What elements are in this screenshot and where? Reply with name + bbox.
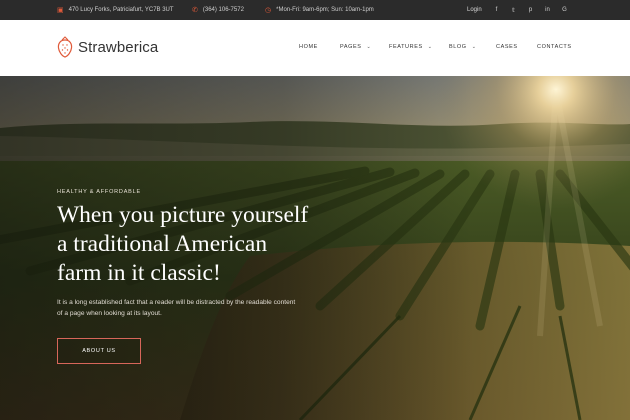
nav-blog[interactable]: BLOG ⌄ <box>449 44 476 50</box>
nav-pages[interactable]: PAGES ⌄ <box>340 44 371 50</box>
nav-label: FEATURES <box>389 44 423 50</box>
hours-text: *Mon-Fri: 9am-6pm; Sun: 10am-1pm <box>276 7 374 13</box>
hours-info: ◷ *Mon-Fri: 9am-6pm; Sun: 10am-1pm <box>265 0 374 20</box>
google-icon[interactable]: G <box>556 7 573 13</box>
social-links: f 𝕥 p in G <box>488 0 573 20</box>
chevron-down-icon: ⌄ <box>471 44 477 50</box>
nav-contacts[interactable]: CONTACTS <box>537 44 572 50</box>
phone-info[interactable]: ✆ (364) 106-7572 <box>192 0 244 20</box>
phone-icon: ✆ <box>192 6 198 14</box>
phone-text[interactable]: (364) 106-7572 <box>203 7 244 13</box>
hero-headline: When you picture yourself a traditional … <box>57 201 357 288</box>
hero-eyebrow: HEALTHY & AFFORDABLE <box>57 189 141 195</box>
facebook-icon[interactable]: f <box>488 7 505 13</box>
nav-cases[interactable]: CASES <box>496 44 518 50</box>
lead-line: of a page when looking at its layout. <box>57 310 162 317</box>
about-us-button[interactable]: ABOUT US <box>57 338 141 364</box>
nav-label: CASES <box>496 44 518 50</box>
headline-line: farm in it classic! <box>57 260 221 286</box>
nav-features[interactable]: FEATURES ⌄ <box>389 44 433 50</box>
hero-lead-text: It is a long established fact that a rea… <box>57 297 327 319</box>
site-logo[interactable]: Strawberica <box>57 36 158 58</box>
lead-line: It is a long established fact that a rea… <box>57 299 296 306</box>
headline-line: a traditional American <box>57 231 268 257</box>
linkedin-icon[interactable]: in <box>539 7 556 13</box>
brand-name: Strawberica <box>78 38 159 56</box>
site-header: Strawberica HOME PAGES ⌄ FEATURES ⌄ BLOG… <box>0 20 630 76</box>
address-text: 470 Lucy Forks, Patriciafurt, YC7B 3UT <box>68 7 174 13</box>
address-info: ▣ 470 Lucy Forks, Patriciafurt, YC7B 3UT <box>57 0 174 20</box>
chevron-down-icon: ⌄ <box>427 44 433 50</box>
nav-label: PAGES <box>340 44 362 50</box>
nav-home[interactable]: HOME <box>299 44 318 50</box>
nav-label: BLOG <box>449 44 467 50</box>
twitter-icon[interactable]: 𝕥 <box>505 7 522 14</box>
strawberry-icon <box>57 36 73 58</box>
clock-icon: ◷ <box>265 6 272 14</box>
hero-section: HEALTHY & AFFORDABLE When you picture yo… <box>0 76 630 420</box>
nav-label: CONTACTS <box>537 44 572 50</box>
top-info-bar: ▣ 470 Lucy Forks, Patriciafurt, YC7B 3UT… <box>0 0 630 20</box>
pinterest-icon[interactable]: p <box>522 7 539 13</box>
chevron-down-icon: ⌄ <box>366 44 372 50</box>
map-icon: ▣ <box>57 6 64 14</box>
nav-label: HOME <box>299 44 318 50</box>
login-link[interactable]: Login <box>467 0 482 20</box>
headline-line: When you picture yourself <box>57 202 309 228</box>
